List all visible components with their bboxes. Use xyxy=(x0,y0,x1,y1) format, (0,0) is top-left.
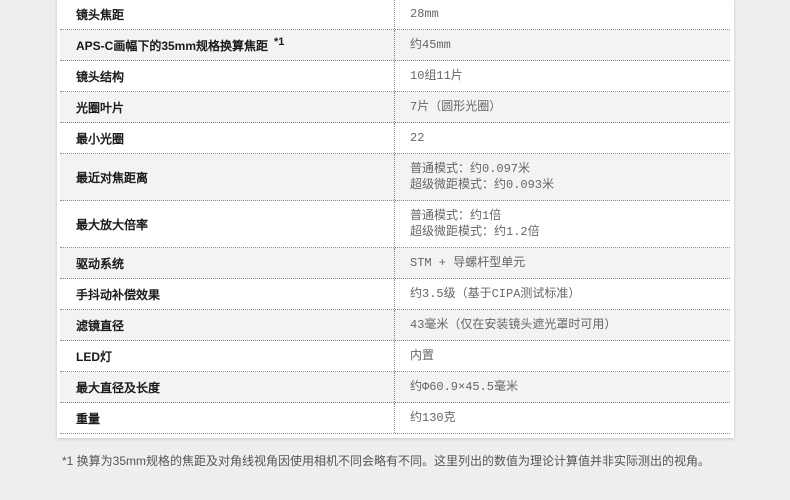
spec-row-dimensions: 最大直径及长度 约Φ60.9×45.5毫米 xyxy=(60,372,730,403)
spec-value-cell: STM + 导螺杆型单元 xyxy=(394,248,730,278)
spec-label: 最小光圈 xyxy=(76,131,125,146)
spec-label: 最大放大倍率 xyxy=(76,217,149,232)
spec-row-aps-c-equivalent-focal-length: APS-C画幅下的35mm规格换算焦距 *1 约45mm xyxy=(60,30,730,61)
spec-row-closest-focusing-distance: 最近对焦距离 普通模式：约0.097米 超级微距模式：约0.093米 xyxy=(60,154,730,201)
spec-label-cell: 镜头结构 xyxy=(60,61,394,91)
spec-value: 超级微距模式：约0.093米 xyxy=(410,178,555,192)
spec-label-cell: 最小光圈 xyxy=(60,123,394,153)
spec-row-maximum-magnification: 最大放大倍率 普通模式：约1倍 超级微距模式：约1.2倍 xyxy=(60,201,730,248)
footnote-reference: *1 xyxy=(274,35,285,48)
spec-value: 28mm xyxy=(410,7,439,21)
spec-row-drive-system: 驱动系统 STM + 导螺杆型单元 xyxy=(60,248,730,279)
spec-value: 普通模式：约0.097米 xyxy=(410,162,531,176)
spec-label-cell: 滤镜直径 xyxy=(60,310,394,340)
spec-value: 普通模式：约1倍 xyxy=(410,209,502,223)
spec-label: 重量 xyxy=(76,411,101,426)
spec-label: 镜头焦距 xyxy=(76,7,125,22)
footnote-text: *1 换算为35mm规格的焦距及对角线视角因使用相机不同会略有不同。这里列出的数… xyxy=(62,454,711,468)
spec-row-weight: 重量 约130克 xyxy=(60,403,730,434)
spec-value: 22 xyxy=(410,131,425,145)
spec-value: 约3.5级（基于CIPA测试标准） xyxy=(410,287,581,301)
spec-label: 滤镜直径 xyxy=(76,318,125,333)
spec-value-cell: 约3.5级（基于CIPA测试标准） xyxy=(394,279,730,309)
spec-value: 约45mm xyxy=(410,38,451,52)
spec-label-cell: 光圈叶片 xyxy=(60,92,394,122)
spec-label-cell: 重量 xyxy=(60,403,394,433)
spec-label-cell: 镜头焦距 xyxy=(60,0,394,29)
spec-value: 超级微距模式：约1.2倍 xyxy=(410,225,540,239)
spec-label-cell: 手抖动补偿效果 xyxy=(60,279,394,309)
spec-label-wrap: APS-C画幅下的35mm规格换算焦距 *1 xyxy=(76,35,285,54)
spec-label-cell: APS-C画幅下的35mm规格换算焦距 *1 xyxy=(60,30,394,60)
spec-label: 手抖动补偿效果 xyxy=(76,287,161,302)
spec-row-image-stabilization: 手抖动补偿效果 约3.5级（基于CIPA测试标准） xyxy=(60,279,730,310)
spec-row-focal-length: 镜头焦距 28mm xyxy=(60,0,730,30)
spec-label: 最近对焦距离 xyxy=(76,170,149,185)
spec-value-cell: 约45mm xyxy=(394,30,730,60)
spec-value-cell: 10组11片 xyxy=(394,61,730,91)
spec-value-cell: 7片（圆形光圈） xyxy=(394,92,730,122)
spec-label-cell: LED灯 xyxy=(60,341,394,371)
spec-value-cell: 22 xyxy=(394,123,730,153)
spec-value-cell: 约130克 xyxy=(394,403,730,433)
spec-table: 镜头焦距 28mm APS-C画幅下的35mm规格换算焦距 *1 约45mm 镜头… xyxy=(60,0,730,434)
spec-label-cell: 最大放大倍率 xyxy=(60,201,394,247)
spec-row-aperture-blades: 光圈叶片 7片（圆形光圈） xyxy=(60,92,730,123)
spec-value-cell: 内置 xyxy=(394,341,730,371)
spec-value: STM + 导螺杆型单元 xyxy=(410,256,526,270)
spec-row-lens-construction: 镜头结构 10组11片 xyxy=(60,61,730,92)
spec-card: 镜头焦距 28mm APS-C画幅下的35mm规格换算焦距 *1 约45mm 镜头… xyxy=(57,0,734,438)
spec-label: APS-C画幅下的35mm规格换算焦距 xyxy=(76,38,269,53)
spec-value: 约Φ60.9×45.5毫米 xyxy=(410,380,519,394)
spec-value: 约130克 xyxy=(410,411,456,425)
spec-label: 镜头结构 xyxy=(76,69,125,84)
spec-label-cell: 最大直径及长度 xyxy=(60,372,394,402)
spec-value: 10组11片 xyxy=(410,69,463,83)
spec-value: 7片（圆形光圈） xyxy=(410,100,502,114)
spec-value-cell: 普通模式：约0.097米 超级微距模式：约0.093米 xyxy=(394,154,730,200)
spec-value-cell: 约Φ60.9×45.5毫米 xyxy=(394,372,730,402)
spec-value-cell: 普通模式：约1倍 超级微距模式：约1.2倍 xyxy=(394,201,730,247)
spec-value-cell: 43毫米（仅在安装镜头遮光罩时可用） xyxy=(394,310,730,340)
spec-row-led-light: LED灯 内置 xyxy=(60,341,730,372)
spec-value-cell: 28mm xyxy=(394,0,730,29)
spec-label: 最大直径及长度 xyxy=(76,380,161,395)
spec-label-cell: 驱动系统 xyxy=(60,248,394,278)
spec-label: 光圈叶片 xyxy=(76,100,125,115)
spec-row-minimum-aperture: 最小光圈 22 xyxy=(60,123,730,154)
spec-value: 内置 xyxy=(410,349,435,363)
spec-label-cell: 最近对焦距离 xyxy=(60,154,394,200)
spec-row-filter-diameter: 滤镜直径 43毫米（仅在安装镜头遮光罩时可用） xyxy=(60,310,730,341)
spec-label: LED灯 xyxy=(76,349,113,364)
spec-label: 驱动系统 xyxy=(76,256,125,271)
spec-value: 43毫米（仅在安装镜头遮光罩时可用） xyxy=(410,318,617,332)
